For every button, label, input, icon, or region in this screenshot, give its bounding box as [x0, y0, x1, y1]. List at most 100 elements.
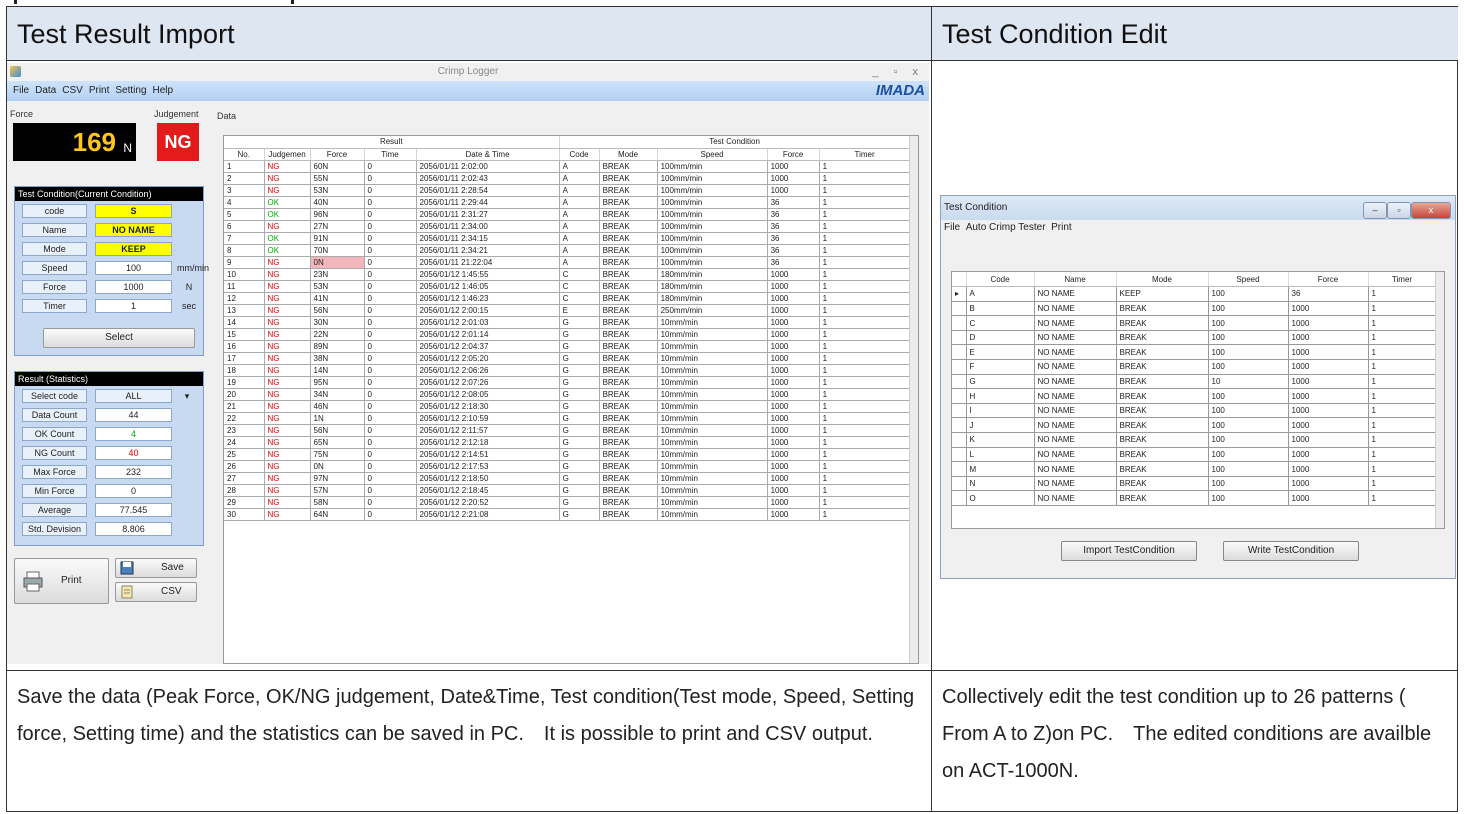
- minimize-icon[interactable]: –: [1363, 202, 1387, 219]
- condition-table-row[interactable]: M NO NAME BREAK 100 1000 1: [952, 461, 1437, 477]
- condition-cell[interactable]: 100: [1208, 417, 1289, 434]
- condition-table-row[interactable]: I NO NAME BREAK 100 1000 1: [952, 403, 1437, 419]
- condition-table-row[interactable]: G NO NAME BREAK 10 1000 1: [952, 374, 1437, 390]
- row-header[interactable]: [952, 417, 967, 434]
- condition-cell[interactable]: 100: [1208, 286, 1289, 302]
- condition-value[interactable]: 1: [95, 299, 172, 313]
- condition-cell[interactable]: 1: [1368, 447, 1437, 463]
- table-row[interactable]: 13 NG 56N 0 2056/01/12 2:00:15 E BREAK 250mm/mi…: [224, 304, 911, 317]
- row-header[interactable]: [952, 359, 967, 375]
- column-header[interactable]: Code: [966, 272, 1035, 288]
- table-row[interactable]: 6 NG 27N 0 2056/01/11 2:34:00 A BREAK 100mm/min…: [224, 220, 911, 233]
- column-header[interactable]: Speed: [657, 148, 768, 161]
- column-header[interactable]: Mode: [1116, 272, 1209, 288]
- table-row[interactable]: 25 NG 75N 0 2056/01/12 2:14:51 G BREAK 10mm/min…: [224, 448, 911, 461]
- table-row[interactable]: 15 NG 22N 0 2056/01/12 2:01:14 G BREAK 10mm/min…: [224, 328, 911, 341]
- condition-cell[interactable]: BREAK: [1116, 301, 1209, 317]
- menu-csv[interactable]: CSV: [62, 85, 83, 96]
- data-grid-scrollbar[interactable]: [909, 136, 918, 663]
- condition-cell[interactable]: 1000: [1288, 432, 1369, 448]
- condition-cell[interactable]: 1: [1368, 301, 1437, 317]
- condition-cell[interactable]: K: [966, 432, 1035, 448]
- condition-cell[interactable]: 36: [1288, 286, 1369, 302]
- condition-table-row[interactable]: B NO NAME BREAK 100 1000 1: [952, 301, 1437, 317]
- condition-cell[interactable]: 100: [1208, 301, 1289, 317]
- column-header[interactable]: Timer: [1368, 272, 1437, 288]
- table-row[interactable]: 14 NG 30N 0 2056/01/12 2:01:03 G BREAK 10mm/min…: [224, 316, 911, 329]
- table-row[interactable]: 28 NG 57N 0 2056/01/12 2:18:45 G BREAK 10mm/min…: [224, 484, 911, 497]
- row-header[interactable]: [952, 388, 967, 404]
- condition-cell[interactable]: NO NAME: [1034, 461, 1117, 477]
- print-button[interactable]: Print: [14, 558, 109, 604]
- condition-cell[interactable]: 1000: [1288, 374, 1369, 390]
- condition-cell[interactable]: D: [966, 330, 1035, 346]
- row-header[interactable]: [952, 490, 967, 506]
- save-button[interactable]: Save: [115, 558, 197, 578]
- table-row[interactable]: 18 NG 14N 0 2056/01/12 2:06:26 G BREAK 10mm/min…: [224, 364, 911, 377]
- column-header[interactable]: Judgemen: [264, 148, 311, 161]
- table-row[interactable]: 26 NG 0N 0 2056/01/12 2:17:53 G BREAK 10mm/min 1…: [224, 460, 911, 473]
- import-test-condition-button[interactable]: Import TestCondition: [1061, 541, 1197, 561]
- row-header[interactable]: [952, 403, 967, 419]
- condition-cell[interactable]: 100: [1208, 359, 1289, 375]
- table-row[interactable]: 16 NG 89N 0 2056/01/12 2:04:37 G BREAK 10mm/min…: [224, 340, 911, 353]
- menu-setting[interactable]: Setting: [115, 85, 146, 96]
- column-header[interactable]: Force: [310, 148, 365, 161]
- table-row[interactable]: 5 OK 96N 0 2056/01/11 2:31:27 A BREAK 100mm/min…: [224, 208, 911, 221]
- condition-cell[interactable]: BREAK: [1116, 417, 1209, 434]
- condition-value[interactable]: 100: [95, 261, 172, 275]
- condition-cell[interactable]: BREAK: [1116, 476, 1209, 492]
- condition-cell[interactable]: 100: [1208, 344, 1289, 361]
- condition-cell[interactable]: NO NAME: [1034, 330, 1117, 346]
- maximize-icon[interactable]: ▫: [1387, 202, 1411, 219]
- chevron-down-icon[interactable]: ▾: [175, 389, 199, 403]
- table-row[interactable]: 1 NG 60N 0 2056/01/11 2:02:00 A BREAK 100mm/min…: [224, 160, 911, 173]
- condition-cell[interactable]: O: [966, 490, 1035, 506]
- condition-cell[interactable]: 1000: [1288, 301, 1369, 317]
- condition-cell[interactable]: 1: [1368, 476, 1437, 492]
- table-row[interactable]: 7 OK 91N 0 2056/01/11 2:34:15 A BREAK 100mm/min…: [224, 232, 911, 245]
- row-header[interactable]: [952, 344, 967, 361]
- row-header[interactable]: [952, 432, 967, 448]
- condition-cell[interactable]: 1000: [1288, 476, 1369, 492]
- condition-cell[interactable]: N: [966, 476, 1035, 492]
- condition-cell[interactable]: 1: [1368, 344, 1437, 361]
- table-row[interactable]: 19 NG 95N 0 2056/01/12 2:07:26 G BREAK 10mm/min…: [224, 376, 911, 389]
- column-header[interactable]: Force: [1288, 272, 1369, 288]
- table-row[interactable]: 4 OK 40N 0 2056/01/11 2:29:44 A BREAK 100mm/min…: [224, 196, 911, 209]
- condition-cell[interactable]: L: [966, 447, 1035, 463]
- condition-cell[interactable]: 1: [1368, 315, 1437, 331]
- condition-cell[interactable]: 100: [1208, 490, 1289, 506]
- condition-cell[interactable]: NO NAME: [1034, 490, 1117, 506]
- table-row[interactable]: 21 NG 46N 0 2056/01/12 2:18:30 G BREAK 10mm/min…: [224, 400, 911, 413]
- condition-table-row[interactable]: D NO NAME BREAK 100 1000 1: [952, 330, 1437, 346]
- condition-cell[interactable]: BREAK: [1116, 432, 1209, 448]
- column-header[interactable]: Date & Time: [416, 148, 560, 161]
- row-header[interactable]: [952, 476, 967, 492]
- condition-cell[interactable]: 1000: [1288, 490, 1369, 506]
- condition-cell[interactable]: BREAK: [1116, 315, 1209, 331]
- condition-cell[interactable]: BREAK: [1116, 490, 1209, 506]
- condition-cell[interactable]: 1: [1368, 388, 1437, 404]
- column-header[interactable]: Time: [364, 148, 417, 161]
- condition-table-row[interactable]: J NO NAME BREAK 100 1000 1: [952, 417, 1437, 434]
- row-header[interactable]: [952, 374, 967, 390]
- condition-cell[interactable]: B: [966, 301, 1035, 317]
- condition-cell[interactable]: 1: [1368, 403, 1437, 419]
- condition-cell[interactable]: 1: [1368, 286, 1437, 302]
- table-row[interactable]: 10 NG 23N 0 2056/01/12 1:45:55 C BREAK 180mm/mi…: [224, 268, 911, 281]
- condition-cell[interactable]: 1000: [1288, 359, 1369, 375]
- write-test-condition-button[interactable]: Write TestCondition: [1223, 541, 1359, 561]
- condition-cell[interactable]: 100: [1208, 447, 1289, 463]
- condition-cell[interactable]: BREAK: [1116, 403, 1209, 419]
- condition-cell[interactable]: M: [966, 461, 1035, 477]
- table-row[interactable]: 17 NG 38N 0 2056/01/12 2:05:20 G BREAK 10mm/min…: [224, 352, 911, 365]
- condition-table-row[interactable]: L NO NAME BREAK 100 1000 1: [952, 447, 1437, 463]
- tc-menu-auto-crimp-tester[interactable]: Auto Crimp Tester: [966, 222, 1046, 233]
- window-controls[interactable]: _ ▫ x: [872, 63, 924, 81]
- table-row[interactable]: 3 NG 53N 0 2056/01/11 2:28:54 A BREAK 100mm/min…: [224, 184, 911, 197]
- condition-cell[interactable]: 1: [1368, 330, 1437, 346]
- condition-cell[interactable]: J: [966, 417, 1035, 434]
- condition-cell[interactable]: BREAK: [1116, 388, 1209, 404]
- column-header[interactable]: Speed: [1208, 272, 1289, 288]
